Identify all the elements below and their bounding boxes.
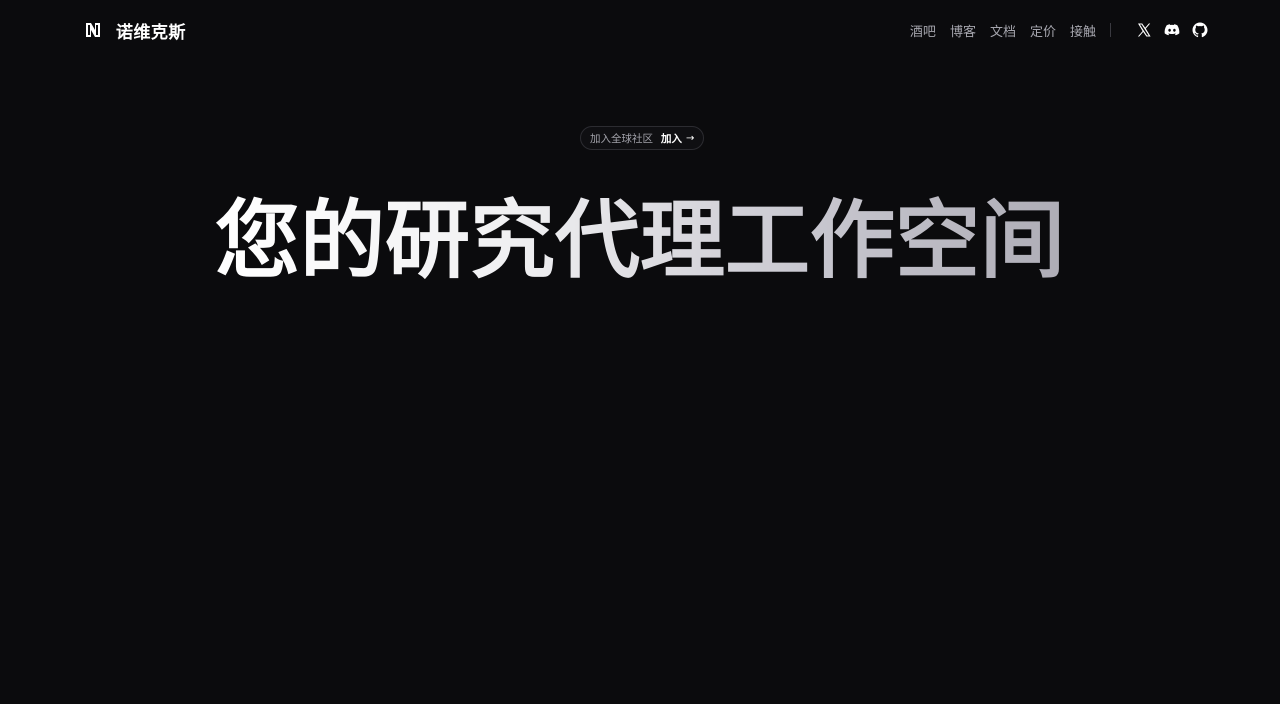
hero-title: 您的研究代理工作空间 (215, 188, 1065, 296)
community-text: 加入全球社区 (590, 132, 653, 145)
page: 诺维克斯 酒吧 博客 文档 定价 接触 加入全球社区 加入 → 您的研究代理工作… (0, 0, 1280, 704)
join-button-label: 加入 (661, 132, 682, 145)
main-nav: 酒吧 博客 文档 定价 接触 (910, 18, 1208, 42)
brand-home-link[interactable]: 诺维克斯 (84, 17, 186, 43)
brand-name: 诺维克斯 (116, 22, 186, 43)
hero-section: 您的研究代理工作空间 (0, 188, 1280, 296)
discord-icon[interactable] (1164, 22, 1180, 38)
site-header: 诺维克斯 酒吧 博客 文档 定价 接触 (0, 0, 1280, 60)
nav-divider (1110, 23, 1111, 37)
nav-link-blog[interactable]: 博客 (950, 21, 976, 40)
nav-link-bar[interactable]: 酒吧 (910, 21, 936, 40)
join-community-pill[interactable]: 加入全球社区 加入 → (580, 126, 705, 150)
arrow-right-icon: → (686, 132, 695, 144)
nav-link-pricing[interactable]: 定价 (1030, 21, 1056, 40)
nav-link-contact[interactable]: 接触 (1070, 21, 1096, 40)
x-icon[interactable] (1136, 22, 1152, 38)
n-logo-icon (84, 21, 102, 39)
github-icon[interactable] (1192, 22, 1208, 38)
nav-link-docs[interactable]: 文档 (990, 21, 1016, 40)
